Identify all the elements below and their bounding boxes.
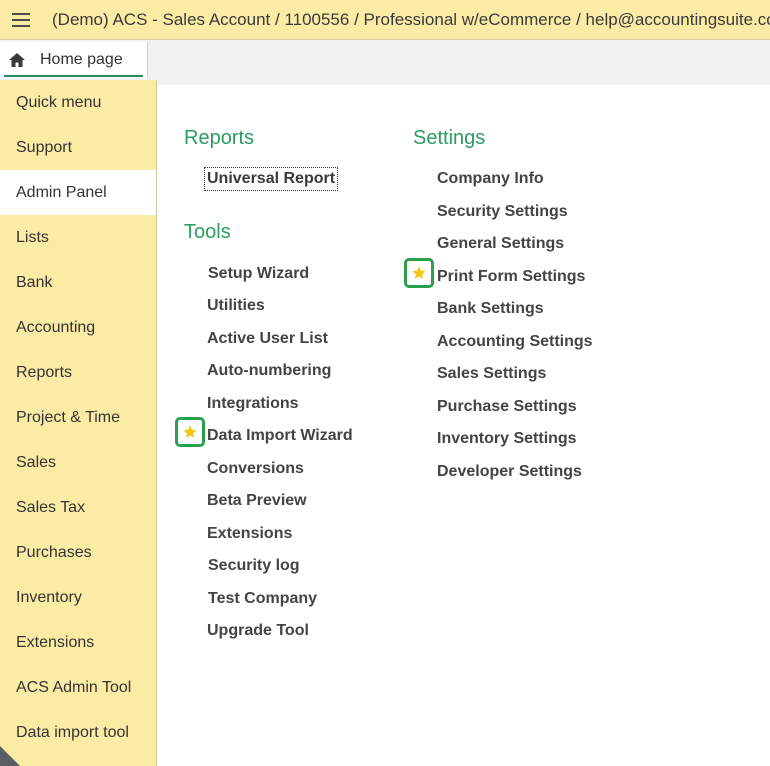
link-sales-settings[interactable]: Sales Settings xyxy=(437,365,546,383)
link-security-settings[interactable]: Security Settings xyxy=(437,203,568,221)
sidebar-item-inventory[interactable]: Inventory xyxy=(0,575,156,620)
link-security-log[interactable]: Security log xyxy=(208,557,300,575)
link-test-company[interactable]: Test Company xyxy=(208,590,317,608)
link-upgrade-tool[interactable]: Upgrade Tool xyxy=(207,622,309,640)
link-accounting-settings[interactable]: Accounting Settings xyxy=(437,333,593,351)
settings-heading: Settings xyxy=(413,127,486,149)
link-utilities[interactable]: Utilities xyxy=(207,297,265,315)
favorite-star-print-form[interactable] xyxy=(404,258,434,288)
link-integrations[interactable]: Integrations xyxy=(207,395,299,413)
sidebar-item-acs-admin-tool[interactable]: ACS Admin Tool xyxy=(0,665,156,710)
sidebar-item-sales[interactable]: Sales xyxy=(0,440,156,485)
sidebar-item-extensions[interactable]: Extensions xyxy=(0,620,156,665)
sidebar-item-admin-panel[interactable]: Admin Panel xyxy=(0,170,156,215)
title-bar: (Demo) ACS - Sales Account / 1100556 / P… xyxy=(0,0,770,40)
sidebar-item-purchases[interactable]: Purchases xyxy=(0,530,156,575)
app-title: (Demo) ACS - Sales Account / 1100556 / P… xyxy=(52,9,770,29)
sidebar-item-data-import-tool[interactable]: Data import tool xyxy=(0,710,156,755)
link-developer-settings[interactable]: Developer Settings xyxy=(437,463,582,481)
sidebar: Quick menu Support Admin Panel Lists Ban… xyxy=(0,80,157,766)
star-icon xyxy=(183,425,197,438)
tools-heading: Tools xyxy=(184,221,231,243)
sidebar-item-bank[interactable]: Bank xyxy=(0,260,156,305)
sidebar-item-sales-tax[interactable]: Sales Tax xyxy=(0,485,156,530)
sidebar-item-reports[interactable]: Reports xyxy=(0,350,156,395)
link-general-settings[interactable]: General Settings xyxy=(437,235,564,253)
link-setup-wizard[interactable]: Setup Wizard xyxy=(208,265,309,283)
link-extensions[interactable]: Extensions xyxy=(207,525,292,543)
link-company-info[interactable]: Company Info xyxy=(437,170,544,188)
link-inventory-settings[interactable]: Inventory Settings xyxy=(437,430,577,448)
link-data-import-wizard[interactable]: Data Import Wizard xyxy=(207,427,353,445)
link-purchase-settings[interactable]: Purchase Settings xyxy=(437,398,577,416)
favorite-star-data-import[interactable] xyxy=(175,417,205,447)
sidebar-item-accounting[interactable]: Accounting xyxy=(0,305,156,350)
home-icon xyxy=(9,53,25,67)
link-conversions[interactable]: Conversions xyxy=(207,460,304,478)
link-bank-settings[interactable]: Bank Settings xyxy=(437,300,544,318)
link-active-user-list[interactable]: Active User List xyxy=(207,330,328,348)
tab-home-page[interactable]: Home page xyxy=(0,42,148,78)
link-beta-preview[interactable]: Beta Preview xyxy=(207,492,307,510)
tab-bar: Home page xyxy=(0,40,770,80)
link-print-form-settings[interactable]: Print Form Settings xyxy=(437,268,585,286)
sidebar-item-project-time[interactable]: Project & Time xyxy=(0,395,156,440)
sidebar-item-support[interactable]: Support xyxy=(0,125,156,170)
reports-heading: Reports xyxy=(184,127,255,149)
tab-home-label: Home page xyxy=(40,51,123,68)
corner-marker xyxy=(0,746,20,766)
star-icon xyxy=(412,266,426,279)
sidebar-item-lists[interactable]: Lists xyxy=(0,215,156,260)
link-auto-numbering[interactable]: Auto-numbering xyxy=(207,362,331,380)
menu-icon[interactable] xyxy=(12,12,30,27)
sidebar-item-quick-menu[interactable]: Quick menu xyxy=(0,80,156,125)
main-content: Reports Universal Report Tools Setup Wiz… xyxy=(157,80,770,766)
link-universal-report[interactable]: Universal Report xyxy=(203,167,339,191)
